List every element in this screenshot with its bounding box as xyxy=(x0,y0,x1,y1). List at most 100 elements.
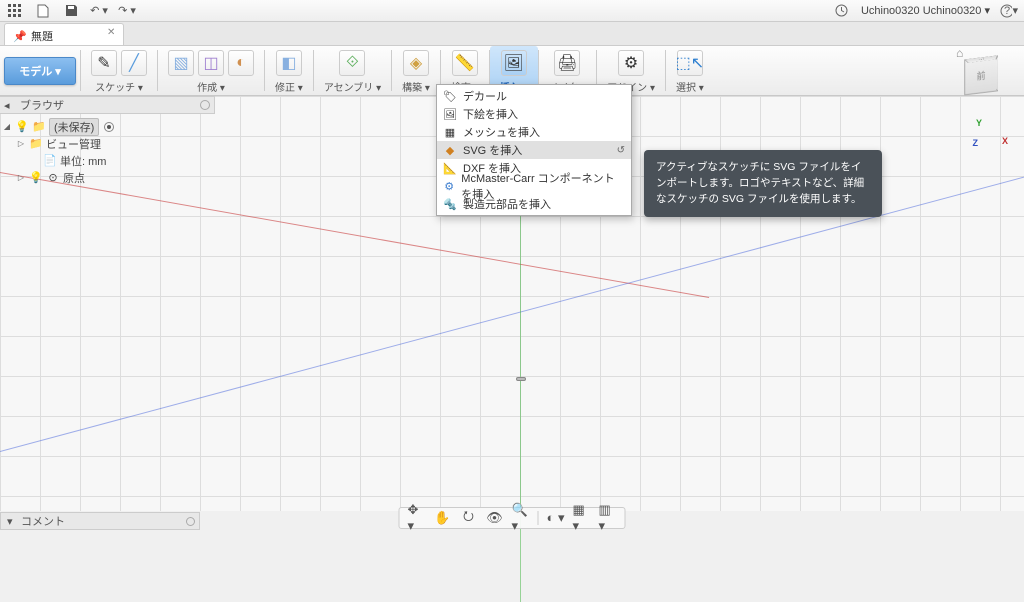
canvas-icon: 🖼 xyxy=(443,107,457,121)
look-icon[interactable]: 👁 xyxy=(486,509,504,527)
dxf-icon: 📐 xyxy=(443,161,457,175)
browser-header[interactable]: ◂ ブラウザ xyxy=(0,96,215,114)
document-tab[interactable]: 📌 無題 ✕ xyxy=(4,23,124,45)
menu-item-canvas[interactable]: 🖼下絵を挿入 xyxy=(437,105,631,123)
zoom-icon[interactable]: 🔍 ▾ xyxy=(512,509,530,527)
help-icon[interactable]: ? ▾ xyxy=(1000,2,1018,20)
tree-item-views[interactable]: ▷ 📁 ビュー管理 xyxy=(2,135,213,152)
collapse-icon[interactable]: ▾ xyxy=(7,515,17,528)
tree-item-origin[interactable]: ▷ 💡 ⊙ 原点 xyxy=(2,169,213,186)
grid-icon[interactable]: ▦ ▾ xyxy=(573,509,591,527)
display-style-icon[interactable]: ◐ ▾ xyxy=(547,509,565,527)
triad-x: X xyxy=(1002,136,1008,146)
construct-icon: ◈ xyxy=(403,50,429,76)
collapse-icon[interactable]: ◂ xyxy=(4,99,16,111)
clock-icon[interactable] xyxy=(833,2,851,20)
tooltip: アクティブなスケッチに SVG ファイルをインポートします。ロゴやテキストなど、… xyxy=(644,150,882,217)
ribbon-label: 作成 ▾ xyxy=(197,79,225,94)
pin-icon: 📌 xyxy=(13,30,25,42)
undo-icon[interactable]: ↶ ▾ xyxy=(90,2,108,20)
tree-item-label: ビュー管理 xyxy=(46,136,101,152)
cylinder-icon: ◐ xyxy=(228,50,254,76)
home-icon[interactable]: ⌂ xyxy=(956,46,968,58)
menu-item-label: デカール xyxy=(463,88,507,104)
origin-icon: ⊙ xyxy=(46,171,60,185)
units-icon: 📄 xyxy=(43,154,57,168)
tree-root[interactable]: ◢ 💡 📁 (未保存) xyxy=(2,118,213,135)
redo-icon[interactable]: ↷ ▾ xyxy=(118,2,136,20)
tree-item-label: 原点 xyxy=(63,170,85,186)
create-icon: ◫ xyxy=(198,50,224,76)
select-icon: ⬚↖ xyxy=(677,50,703,76)
ribbon-select[interactable]: ⬚↖ 選択 ▾ xyxy=(666,46,714,95)
menu-item-label: メッシュを挿入 xyxy=(463,124,540,140)
model-button[interactable]: モデル ▾ xyxy=(4,57,76,85)
twisty-icon[interactable]: ▷ xyxy=(16,139,26,148)
ribbon-label: 構築 ▾ xyxy=(402,79,430,94)
box-icon: ▧ xyxy=(168,50,194,76)
sketch-icon: ✎ xyxy=(91,50,117,76)
svg-text:?: ? xyxy=(1004,5,1010,17)
tree-root-label: (未保存) xyxy=(49,118,99,136)
mesh-icon: ▦ xyxy=(443,125,457,139)
lightbulb-off-icon[interactable]: 💡 xyxy=(29,171,43,185)
save-icon[interactable] xyxy=(62,2,80,20)
ribbon-label: 選択 ▾ xyxy=(676,79,704,94)
bottom-bar: ▾ コメント ✥ ▾ ✋ ⭮ 👁 🔍 ▾ ◐ ▾ ▦ ▾ ▥ ▾ xyxy=(0,511,1024,531)
tree-item-label: 単位: mm xyxy=(60,153,106,169)
decal-icon: 🏷 xyxy=(443,89,457,103)
browser-title: ブラウザ xyxy=(20,97,64,113)
browser-panel: ◂ ブラウザ ◢ 💡 📁 (未保存) ▷ 📁 ビュー管理 📄 単位: mm ▷ … xyxy=(0,96,215,190)
viewcube[interactable]: ⌂ 前 右 上 xyxy=(956,52,1016,112)
tree-item-units[interactable]: 📄 単位: mm xyxy=(2,152,213,169)
workspace-switcher[interactable]: モデル ▾ xyxy=(0,46,80,95)
triad-z: Z xyxy=(973,138,979,148)
panel-options-icon[interactable] xyxy=(186,517,195,526)
menu-item-label: SVG を挿入 xyxy=(463,142,522,158)
viewcube-right[interactable]: 右 xyxy=(996,55,998,91)
menu-item-mfg[interactable]: 🔩製造元部品を挿入 xyxy=(437,195,631,213)
apps-grid-icon[interactable] xyxy=(6,2,24,20)
modify-icon: ◧ xyxy=(276,50,302,76)
inspect-icon: 📏 xyxy=(452,50,478,76)
ribbon-modify[interactable]: ◧ 修正 ▾ xyxy=(265,46,313,95)
view-navigation-bar: ✥ ▾ ✋ ⭮ 👁 🔍 ▾ ◐ ▾ ▦ ▾ ▥ ▾ xyxy=(399,507,626,529)
ribbon-construct[interactable]: ◈ 構築 ▾ xyxy=(392,46,440,95)
svg-icon: ◆ xyxy=(443,143,457,157)
insert-icon: 🖼 xyxy=(501,50,527,76)
orbit-free-icon[interactable]: ⭮ xyxy=(460,509,478,527)
origin-marker xyxy=(516,377,526,381)
lightbulb-icon[interactable]: 💡 xyxy=(15,120,29,134)
viewport-layout-icon[interactable]: ▥ ▾ xyxy=(599,509,617,527)
user-menu[interactable]: Uchino0320 Uchino0320 ▾ xyxy=(861,4,990,17)
folder-icon: 📁 xyxy=(29,137,43,151)
comment-title: コメント xyxy=(21,513,65,529)
triad-y: Y xyxy=(976,118,982,128)
insert-dropdown-menu: 🏷デカール 🖼下絵を挿入 ▦メッシュを挿入 ◆SVG を挿入 📐DXF を挿入 … xyxy=(436,84,632,216)
panel-options-icon[interactable] xyxy=(200,100,210,110)
close-tab-icon[interactable]: ✕ xyxy=(107,27,119,39)
addins-icon: ⚙ xyxy=(618,50,644,76)
ribbon-assembly[interactable]: ⟐ アセンブリ ▾ xyxy=(314,46,391,95)
ribbon-sketch[interactable]: ✎╱ スケッチ ▾ xyxy=(81,46,157,95)
top-toolbar: ↶ ▾ ↷ ▾ Uchino0320 Uchino0320 ▾ ? ▾ xyxy=(0,0,1024,22)
new-file-icon[interactable] xyxy=(34,2,52,20)
ribbon-label: アセンブリ ▾ xyxy=(324,79,381,94)
pan-icon[interactable]: ✋ xyxy=(434,509,452,527)
tab-title: 無題 xyxy=(31,28,53,44)
radio-icon[interactable] xyxy=(104,122,114,132)
ribbon-create[interactable]: ▧◫◐ 作成 ▾ xyxy=(158,46,264,95)
ribbon-label: 修正 ▾ xyxy=(275,79,303,94)
menu-item-svg[interactable]: ◆ SVG を挿入 xyxy=(437,141,631,159)
twisty-icon[interactable]: ▷ xyxy=(16,173,26,182)
axis-triad: X Y Z xyxy=(974,118,1008,152)
sketch-line-icon: ╱ xyxy=(121,50,147,76)
menu-item-label: 製造元部品を挿入 xyxy=(463,196,551,212)
menu-item-mesh[interactable]: ▦ メッシュを挿入 xyxy=(437,123,631,141)
comment-panel-header[interactable]: ▾ コメント xyxy=(0,512,200,530)
menu-item-mcmaster[interactable]: ⚙McMaster-Carr コンポーネントを挿入 xyxy=(437,177,631,195)
orbit-icon[interactable]: ✥ ▾ xyxy=(408,509,426,527)
twisty-icon[interactable]: ◢ xyxy=(2,122,12,131)
menu-item-decal[interactable]: 🏷 デカール xyxy=(437,87,631,105)
document-tabs: 📌 無題 ✕ xyxy=(0,22,1024,46)
